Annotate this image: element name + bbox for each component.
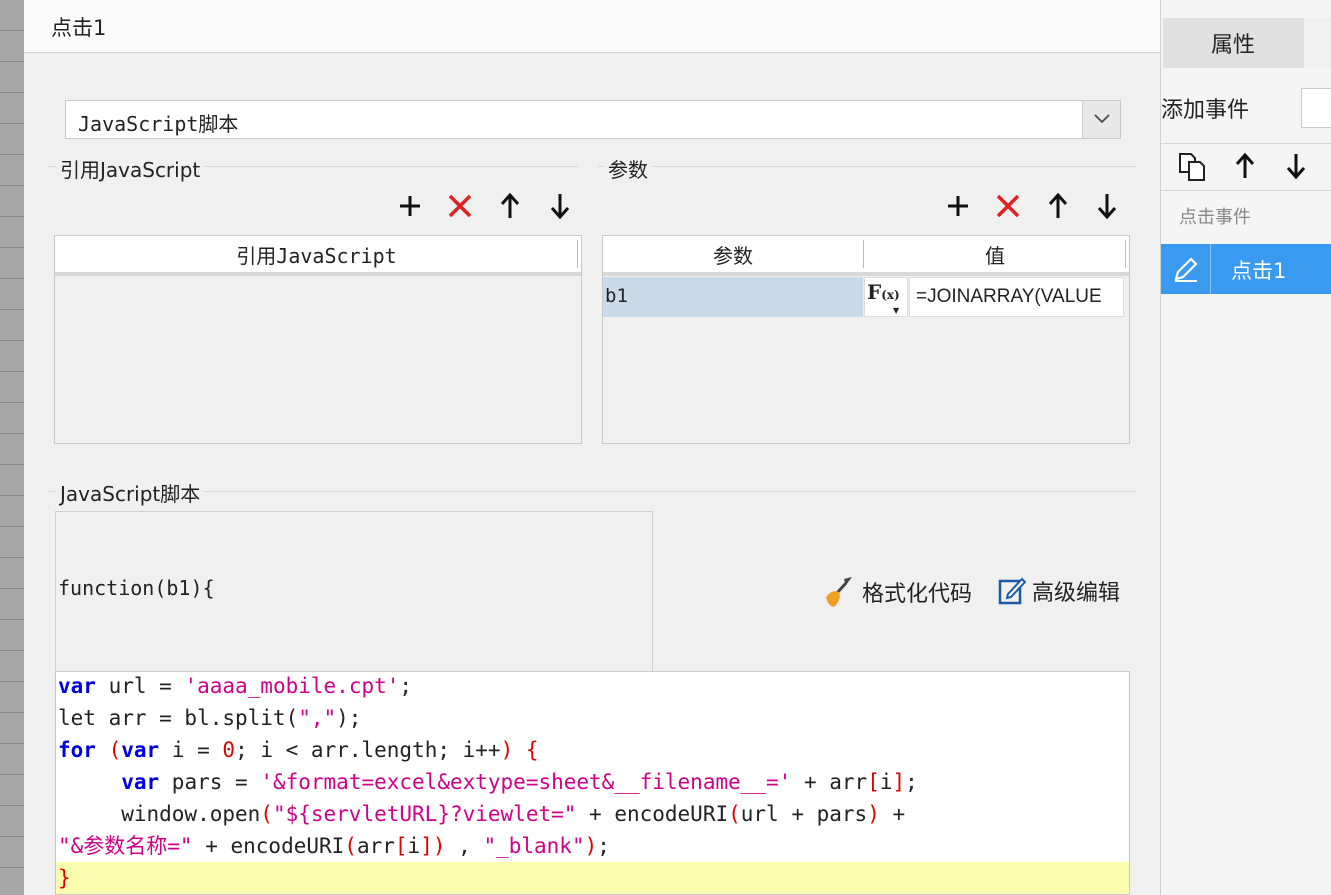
tab-properties[interactable]: 属性 bbox=[1163, 18, 1303, 68]
script-section-title: JavaScript脚本 bbox=[56, 478, 205, 507]
arrow-down-icon bbox=[1286, 154, 1306, 179]
move-down-event-button[interactable] bbox=[1281, 151, 1311, 181]
add-event-label: 添加事件 bbox=[1161, 98, 1250, 123]
copy-event-button[interactable] bbox=[1175, 150, 1209, 184]
params-table[interactable]: 参数 值 b1 F(x) ▼ =JOINARRAY(VALUE bbox=[602, 235, 1130, 444]
ref-js-column-header[interactable]: 引用JavaScript bbox=[55, 236, 578, 272]
move-down-param-button[interactable] bbox=[1092, 191, 1122, 221]
advanced-edit-button[interactable]: 高级编辑 bbox=[998, 575, 1120, 607]
param-name-cell[interactable]: b1 bbox=[603, 277, 863, 317]
column-separator bbox=[577, 240, 578, 268]
add-event-select[interactable] bbox=[1301, 88, 1331, 128]
ruler-strip bbox=[0, 0, 24, 895]
plus-icon bbox=[400, 196, 420, 216]
code-line: var pars = '&format=excel&extype=sheet&_… bbox=[121, 770, 918, 794]
code-line: for (var i = 0; i < arr.length; i++) { bbox=[58, 738, 539, 762]
move-up-param-button[interactable] bbox=[1043, 191, 1073, 221]
event-group-header: 点击事件 bbox=[1179, 207, 1251, 228]
dialog-title: 点击1 bbox=[51, 16, 107, 40]
fx-icon: F(x) bbox=[867, 280, 900, 304]
arrow-up-icon bbox=[500, 193, 520, 218]
script-type-select[interactable]: JavaScript脚本 bbox=[65, 100, 1121, 139]
code-line: "&参数名称=" + encodeURI(arr[i]) , "_blank")… bbox=[58, 834, 610, 858]
edit-icon bbox=[998, 577, 1026, 605]
broom-icon bbox=[826, 577, 852, 607]
params-table-header: 参数 值 bbox=[603, 236, 1129, 276]
divider bbox=[1161, 143, 1331, 144]
function-signature: function(b1){ bbox=[58, 576, 215, 600]
format-code-button[interactable]: 格式化代码 bbox=[822, 575, 972, 609]
format-code-label: 格式化代码 bbox=[862, 582, 973, 607]
arrow-down-icon bbox=[550, 194, 570, 219]
move-up-event-button[interactable] bbox=[1230, 151, 1260, 181]
delete-x-icon bbox=[448, 194, 472, 218]
copy-icon bbox=[1179, 153, 1205, 181]
dialog-header: 点击1 bbox=[24, 0, 1160, 53]
delete-x-icon bbox=[996, 194, 1020, 218]
arrow-up-icon bbox=[1235, 153, 1255, 178]
table-row[interactable]: b1 F(x) ▼ =JOINARRAY(VALUE bbox=[603, 277, 1128, 317]
properties-panel: 属性 添加事件 点击事件 点击1 bbox=[1160, 0, 1331, 895]
divider bbox=[1161, 190, 1331, 191]
move-up-ref-button[interactable] bbox=[495, 191, 525, 221]
param-name-column-header[interactable]: 参数 bbox=[603, 236, 863, 272]
column-separator bbox=[1125, 240, 1126, 268]
delete-ref-button[interactable] bbox=[445, 191, 475, 221]
add-param-button[interactable] bbox=[943, 191, 973, 221]
ref-js-table[interactable]: 引用JavaScript bbox=[54, 235, 582, 444]
code-line: var url = 'aaaa_mobile.cpt'; bbox=[58, 674, 413, 698]
event-label: 点击1 bbox=[1231, 259, 1287, 283]
plus-icon bbox=[948, 196, 968, 216]
caret-down-icon: ▼ bbox=[893, 306, 900, 315]
script-type-value: JavaScript脚本 bbox=[78, 112, 239, 136]
move-down-ref-button[interactable] bbox=[545, 191, 575, 221]
event-dialog: 点击1 JavaScript脚本 引用JavaScript 引用JavaScri… bbox=[24, 0, 1160, 895]
add-ref-button[interactable] bbox=[395, 191, 425, 221]
advanced-edit-label: 高级编辑 bbox=[1032, 581, 1121, 606]
code-line: let arr = bl.split(","); bbox=[58, 706, 362, 730]
tab-spacer bbox=[1303, 18, 1331, 68]
param-value-column-header[interactable]: 值 bbox=[864, 236, 1126, 272]
divider bbox=[48, 491, 1136, 492]
params-section-title: 参数 bbox=[604, 154, 652, 183]
arrow-down-icon bbox=[1097, 194, 1117, 219]
ref-js-table-header: 引用JavaScript bbox=[55, 236, 581, 276]
arrow-up-icon bbox=[1048, 193, 1068, 218]
delete-param-button[interactable] bbox=[993, 191, 1023, 221]
code-line: window.open("${servletURL}?viewlet=" + e… bbox=[58, 802, 906, 826]
chevron-down-icon[interactable] bbox=[1082, 101, 1120, 138]
param-value-cell[interactable]: =JOINARRAY(VALUE bbox=[909, 277, 1124, 317]
function-signature-area: function(b1){ bbox=[55, 511, 653, 671]
code-line-current: } bbox=[56, 862, 1129, 894]
code-editor[interactable]: var url = 'aaaa_mobile.cpt'; let arr = b… bbox=[55, 671, 1130, 895]
ref-js-section-title: 引用JavaScript bbox=[56, 154, 205, 183]
event-list-item-selected[interactable]: 点击1 bbox=[1161, 244, 1331, 294]
formula-button[interactable]: F(x) ▼ bbox=[864, 277, 908, 317]
pencil-icon[interactable] bbox=[1161, 244, 1211, 294]
divider bbox=[598, 166, 1136, 167]
